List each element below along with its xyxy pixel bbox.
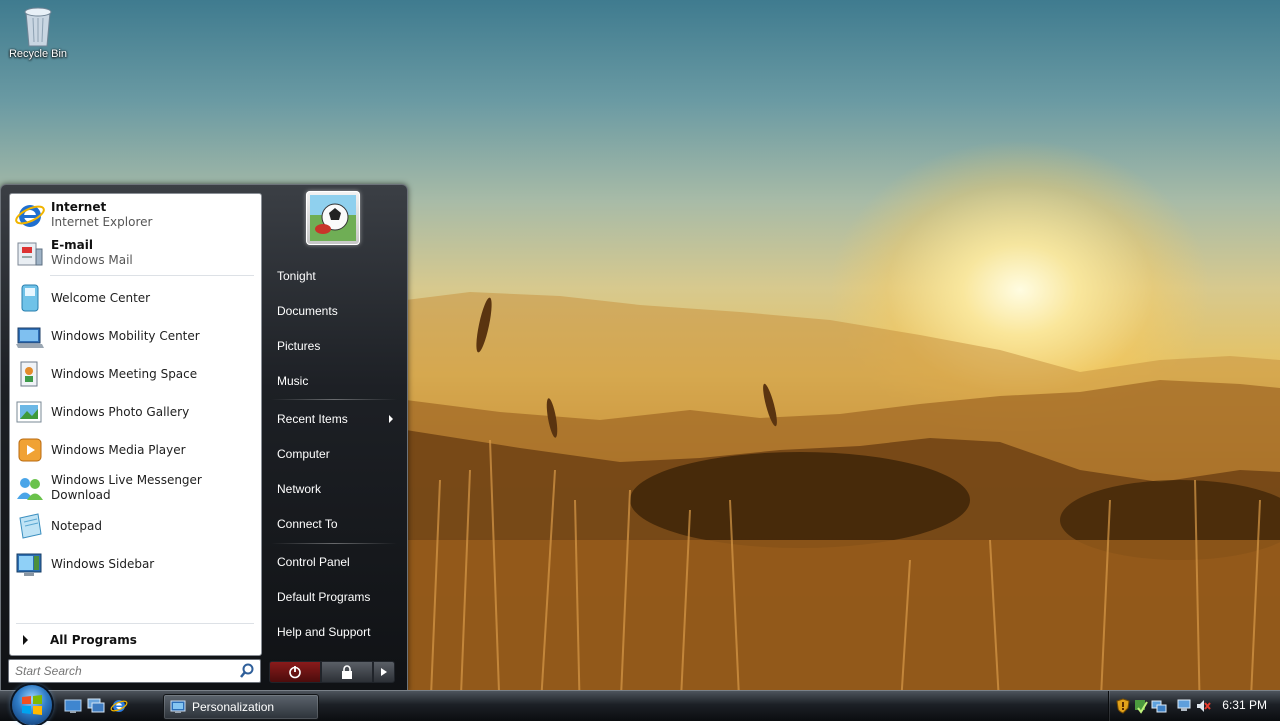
start-item-label: Tonight	[277, 269, 316, 283]
all-programs-button[interactable]: All Programs	[14, 628, 258, 652]
personalization-icon	[170, 699, 186, 715]
photo-gallery-icon	[14, 396, 46, 428]
pinned-internet-title: Internet	[51, 200, 107, 214]
chevron-right-icon	[381, 668, 387, 676]
network-icon[interactable]	[1151, 698, 1167, 714]
power-controls	[269, 661, 395, 683]
program-live-messenger-download[interactable]: Windows Live Messenger Download	[14, 470, 258, 506]
user-account-picture[interactable]	[306, 191, 360, 245]
pinned-internet-subtitle: Internet Explorer	[51, 215, 153, 229]
program-meeting-space[interactable]: Windows Meeting Space	[14, 356, 258, 392]
start-item-music[interactable]: Music	[265, 367, 401, 395]
pinned-email-title: E-mail	[51, 238, 94, 252]
show-desktop-icon[interactable]	[64, 697, 82, 715]
start-item-label: Documents	[277, 304, 338, 318]
messenger-icon	[14, 472, 46, 504]
start-item-help-and-support[interactable]: Help and Support	[265, 618, 401, 646]
clock[interactable]: 6:31 PM	[1222, 698, 1267, 712]
chevron-right-icon	[23, 635, 28, 645]
program-label: Windows Meeting Space	[51, 366, 198, 381]
start-item-computer[interactable]: Computer	[265, 440, 401, 468]
program-label: Windows Live Messenger Download	[51, 473, 202, 502]
start-item-label: Default Programs	[277, 590, 371, 604]
pinned-internet[interactable]: Internet Internet Explorer	[14, 197, 258, 233]
pinned-separator	[50, 275, 254, 276]
media-player-icon	[14, 434, 46, 466]
program-photo-gallery[interactable]: Windows Photo Gallery	[14, 394, 258, 430]
search-icon[interactable]	[238, 662, 256, 680]
program-windows-sidebar[interactable]: Windows Sidebar	[14, 546, 258, 582]
start-search-input[interactable]	[9, 664, 238, 678]
start-item-label: Connect To	[277, 517, 338, 531]
start-item-connect-to[interactable]: Connect To	[265, 510, 401, 538]
windows-logo-icon	[22, 695, 42, 715]
start-button[interactable]	[12, 685, 52, 725]
start-item-tonight[interactable]: Tonight	[265, 262, 401, 290]
lock-icon	[342, 665, 352, 679]
program-label: Notepad	[51, 518, 102, 533]
taskbar: Personalization 6:31 PM	[0, 685, 1280, 725]
mobility-center-icon	[14, 320, 46, 352]
all-programs-label: All Programs	[50, 633, 137, 647]
start-menu: Internet Internet Explorer E-mail Windows …	[0, 184, 408, 692]
pinned-email-subtitle: Windows Mail	[51, 253, 133, 267]
program-label: Welcome Center	[51, 290, 151, 305]
start-item-label: Music	[277, 374, 309, 388]
lock-button[interactable]	[321, 661, 373, 683]
start-item-documents[interactable]: Documents	[265, 297, 401, 325]
start-item-label: Network	[277, 482, 322, 496]
meeting-space-icon	[14, 358, 46, 390]
shutdown-options-button[interactable]	[373, 661, 395, 683]
recycle-bin-icon	[20, 2, 56, 48]
switch-windows-icon[interactable]	[87, 697, 105, 715]
start-item-label: Help and Support	[277, 625, 371, 639]
security-shield-icon[interactable]	[1115, 698, 1131, 714]
start-item-control-panel[interactable]: Control Panel	[265, 548, 401, 576]
submenu-arrow-icon	[389, 415, 393, 423]
start-menu-programs-pane: Internet Internet Explorer E-mail Windows …	[9, 193, 262, 656]
system-tray: 6:31 PM	[1108, 691, 1280, 721]
program-label: Windows Media Player	[51, 442, 186, 457]
program-label: Windows Sidebar	[51, 556, 155, 571]
power-icon	[289, 666, 301, 679]
recycle-bin[interactable]: Recycle Bin	[4, 2, 72, 60]
volume-muted-icon[interactable]	[1195, 698, 1211, 714]
start-item-label: Recent Items	[277, 412, 348, 426]
right-separator	[271, 399, 397, 400]
internet-explorer-icon	[14, 199, 46, 231]
program-notepad[interactable]: Notepad	[14, 508, 258, 544]
start-item-label: Pictures	[277, 339, 321, 353]
welcome-center-icon	[14, 282, 46, 314]
update-icon[interactable]	[1133, 698, 1149, 714]
windows-mail-icon	[14, 237, 46, 269]
start-item-recent-items[interactable]: Recent Items	[265, 405, 401, 433]
display-icon[interactable]	[1177, 698, 1193, 714]
start-search-box[interactable]	[8, 659, 261, 683]
program-mobility-center[interactable]: Windows Mobility Center	[14, 318, 258, 354]
taskbar-window-label: Personalization	[192, 700, 275, 714]
start-item-label: Control Panel	[277, 555, 350, 569]
program-label: Windows Mobility Center	[51, 328, 200, 343]
start-item-pictures[interactable]: Pictures	[265, 332, 401, 360]
start-item-network[interactable]: Network	[265, 475, 401, 503]
recycle-bin-label: Recycle Bin	[8, 48, 68, 60]
pinned-email[interactable]: E-mail Windows Mail	[14, 235, 258, 271]
start-item-default-programs[interactable]: Default Programs	[265, 583, 401, 611]
power-button[interactable]	[269, 661, 321, 683]
start-item-label: Computer	[277, 447, 330, 461]
taskbar-window-personalization[interactable]: Personalization	[163, 694, 319, 720]
all-programs-separator	[16, 623, 254, 624]
notepad-icon	[14, 510, 46, 542]
internet-explorer-icon[interactable]	[110, 697, 128, 715]
right-separator	[271, 543, 397, 544]
sidebar-icon	[14, 548, 46, 580]
program-welcome-center[interactable]: Welcome Center	[14, 280, 258, 316]
program-label: Windows Photo Gallery	[51, 404, 190, 419]
program-media-player[interactable]: Windows Media Player	[14, 432, 258, 468]
